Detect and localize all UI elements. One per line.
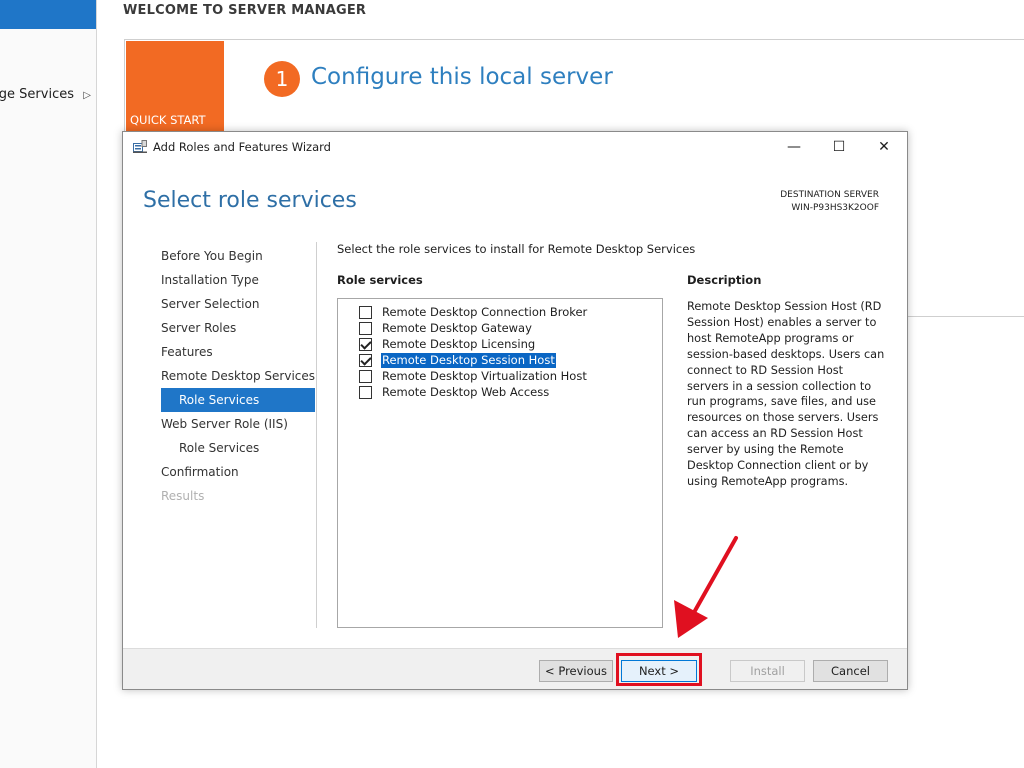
nav-step-server-roles[interactable]: Server Roles	[161, 316, 315, 340]
quick-start-tile[interactable]: QUICK START	[126, 41, 224, 131]
server-roles-icon	[133, 140, 147, 153]
role-service-item[interactable]: Remote Desktop Gateway	[359, 320, 662, 336]
sidebar-item-storage-services[interactable]: age Services ▷	[0, 87, 96, 105]
role-service-label[interactable]: Remote Desktop Session Host	[380, 352, 557, 369]
role-service-label[interactable]: Remote Desktop Web Access	[381, 385, 550, 400]
role-service-checkbox[interactable]	[359, 370, 372, 383]
wizard-step-nav: Before You Begin Installation Type Server …	[161, 244, 315, 508]
server-manager-sidebar: age Services ▷	[0, 0, 97, 768]
role-service-checkbox[interactable]	[359, 354, 372, 367]
role-service-item[interactable]: Remote Desktop Licensing	[359, 336, 662, 352]
description-heading: Description	[687, 273, 762, 287]
minimize-button[interactable]: —	[771, 132, 817, 162]
wizard-footer: < Previous Next > Install Cancel	[123, 648, 907, 689]
wizard-titlebar[interactable]: Add Roles and Features Wizard — ☐ ✕	[123, 132, 907, 162]
nav-step-before-you-begin[interactable]: Before You Begin	[161, 244, 315, 268]
nav-step-features[interactable]: Features	[161, 340, 315, 364]
role-service-checkbox[interactable]	[359, 322, 372, 335]
cancel-button[interactable]: Cancel	[813, 660, 888, 682]
role-services-heading: Role services	[337, 273, 423, 287]
role-service-checkbox[interactable]	[359, 306, 372, 319]
wizard-body: Select role services DESTINATION SERVER …	[123, 162, 907, 648]
maximize-icon: ☐	[832, 139, 846, 155]
role-services-list[interactable]: Remote Desktop Connection Broker Remote D…	[337, 298, 663, 628]
sidebar-selected-item[interactable]	[0, 0, 96, 29]
destination-server-info: DESTINATION SERVER WIN-P93HS3K2OOF	[780, 189, 879, 215]
add-roles-wizard-dialog: Add Roles and Features Wizard — ☐ ✕ Sele…	[122, 131, 908, 690]
role-service-item[interactable]: Remote Desktop Session Host	[359, 352, 662, 369]
chevron-right-icon: ▷	[83, 90, 91, 101]
nav-step-confirmation[interactable]: Confirmation	[161, 460, 315, 484]
configure-local-server-link[interactable]: Configure this local server	[311, 64, 613, 90]
nav-step-role-services-sub[interactable]: Role Services	[161, 436, 315, 460]
description-text: Remote Desktop Session Host (RD Session …	[687, 300, 885, 488]
wizard-window-title: Add Roles and Features Wizard	[153, 140, 331, 154]
minimize-icon: —	[787, 139, 801, 155]
welcome-title: WELCOME TO SERVER MANAGER	[123, 3, 367, 18]
role-service-label[interactable]: Remote Desktop Connection Broker	[381, 305, 588, 320]
annotation-arrow-icon	[674, 536, 738, 638]
role-service-checkbox[interactable]	[359, 386, 372, 399]
page-title: Select role services	[143, 188, 357, 213]
quick-start-label: QUICK START	[130, 113, 206, 127]
role-service-label[interactable]: Remote Desktop Virtualization Host	[381, 369, 588, 384]
role-service-label[interactable]: Remote Desktop Licensing	[381, 337, 536, 352]
nav-step-results: Results	[161, 489, 205, 503]
next-button-highlight-box	[616, 653, 702, 686]
sidebar-item-label: age Services	[0, 87, 74, 102]
close-button[interactable]: ✕	[861, 132, 907, 162]
nav-divider	[316, 242, 317, 628]
nav-step-web-server-role-iis[interactable]: Web Server Role (IIS)	[161, 412, 315, 436]
install-button[interactable]: Install	[730, 660, 805, 682]
close-icon: ✕	[878, 139, 890, 155]
maximize-button[interactable]: ☐	[816, 132, 862, 162]
destination-server-label: DESTINATION SERVER	[780, 190, 879, 200]
nav-step-role-services-sub[interactable]: Role Services	[161, 388, 315, 412]
nav-step-server-selection[interactable]: Server Selection	[161, 292, 315, 316]
nav-step-installation-type[interactable]: Installation Type	[161, 268, 315, 292]
nav-step-remote-desktop-services[interactable]: Remote Desktop Services	[161, 364, 315, 388]
instruction-text: Select the role services to install for …	[337, 242, 696, 256]
destination-server-name: WIN-P93HS3K2OOF	[791, 203, 879, 213]
previous-button[interactable]: < Previous	[539, 660, 613, 682]
role-service-checkbox[interactable]	[359, 338, 372, 351]
role-service-item[interactable]: Remote Desktop Connection Broker	[359, 304, 662, 320]
step-number-badge: 1	[264, 61, 300, 97]
role-service-item[interactable]: Remote Desktop Web Access	[359, 384, 662, 400]
role-service-label[interactable]: Remote Desktop Gateway	[381, 321, 533, 336]
role-service-item[interactable]: Remote Desktop Virtualization Host	[359, 368, 662, 384]
